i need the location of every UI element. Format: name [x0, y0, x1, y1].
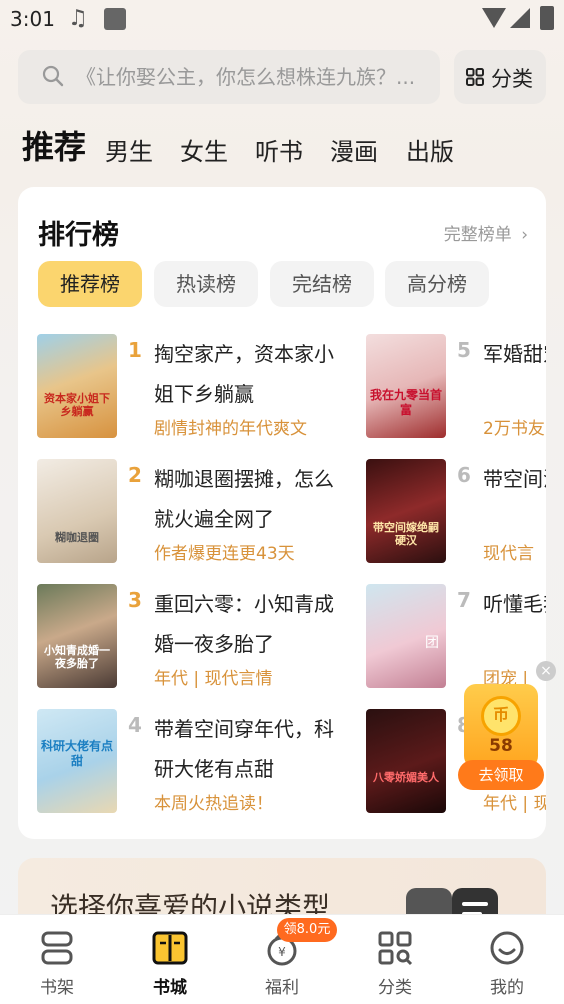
rank-number: 6	[457, 463, 471, 487]
nav-label: 分类	[378, 978, 412, 998]
rank-number: 7	[457, 588, 471, 612]
tab-comics[interactable]: 漫画	[330, 132, 378, 167]
cover-text: 团	[425, 635, 439, 651]
rank-number: 4	[128, 713, 142, 737]
svg-text:¥: ¥	[278, 945, 286, 959]
cover-text: 我在九零当首富	[370, 388, 443, 417]
subtab-hot[interactable]: 热读榜	[154, 261, 258, 307]
nav-bookshelf[interactable]: 书架	[1, 915, 113, 1004]
app-notification-icon	[104, 8, 126, 30]
book-item[interactable]: 带空间嫁绝嗣硬汉 6 带空间汉，随 现代言	[366, 459, 546, 565]
full-ranking-link[interactable]: 完整榜单 ›	[444, 220, 528, 245]
book-cover[interactable]: 糊咖退圈	[37, 459, 117, 563]
nav-label: 我的	[490, 978, 524, 998]
music-note-icon: ♫	[68, 6, 88, 31]
book-title: 带空间汉，随	[483, 467, 546, 491]
search-box[interactable]: 《让你娶公主，你怎么想株连九族？...	[18, 50, 440, 104]
book-tag: 现代言	[483, 544, 534, 564]
book-title: 听懂毛我成了	[483, 592, 546, 616]
book-cover[interactable]: 团	[366, 584, 446, 688]
category-button-label: 分类	[491, 67, 533, 91]
book-cover[interactable]: 带空间嫁绝嗣硬汉	[366, 459, 446, 563]
subtab-recommend[interactable]: 推荐榜	[38, 261, 142, 307]
book-tag: 年代 | 现	[483, 794, 546, 814]
chevron-right-icon: ›	[521, 225, 528, 245]
welfare-badge: 领8.0元	[277, 918, 337, 942]
search-icon	[42, 65, 64, 87]
rank-number: 2	[128, 463, 142, 487]
rank-number: 1	[128, 338, 142, 362]
bookstore-icon	[152, 931, 188, 965]
book-item[interactable]: 糊咖退圈 2 糊咖退圈摆摊，怎么就火遍全网了 作者爆更连更43天	[37, 459, 367, 565]
book-item[interactable]: 团 7 听懂毛我成了 团宠 |	[366, 584, 546, 690]
book-cover[interactable]: 八零娇媚美人	[366, 709, 446, 813]
wifi-icon	[482, 8, 506, 28]
claim-button[interactable]: 去领取	[458, 760, 544, 790]
cover-text: 资本家小姐下乡躺赢	[44, 392, 110, 418]
cover-text: 科研大佬有点甜	[41, 739, 114, 768]
book-title: 军婚甜宠九零当	[483, 342, 546, 366]
rank-number: 5	[457, 338, 471, 362]
subtab-high-score[interactable]: 高分榜	[385, 261, 489, 307]
status-bar: 3:01 ♫	[0, 0, 564, 38]
grid-icon	[466, 68, 484, 86]
book-item[interactable]: 科研大佬有点甜 4 带着空间穿年代，科研大佬有点甜 本周火热追读！	[37, 709, 367, 815]
book-cover[interactable]: 我在九零当首富	[366, 334, 446, 438]
subtab-finished[interactable]: 完结榜	[270, 261, 374, 307]
tab-publishing[interactable]: 出版	[406, 132, 454, 167]
cover-text: 小知青成婚一夜多胎了	[44, 644, 110, 670]
battery-icon	[540, 6, 554, 30]
rank-number: 3	[128, 588, 142, 612]
book-title: 带着空间穿年代，科研大佬有点甜	[154, 717, 334, 781]
book-item[interactable]: 资本家小姐下乡躺赢 1 掏空家产，资本家小姐下乡躺赢 剧情封神的年代爽文	[37, 334, 367, 440]
bookshelf-icon	[41, 931, 73, 965]
nav-label: 书架	[40, 978, 74, 998]
reward-amount: 58	[489, 736, 513, 756]
profile-icon	[490, 931, 524, 965]
category-icon	[378, 931, 413, 966]
tab-female[interactable]: 女生	[180, 132, 228, 167]
book-tag: 2万书友	[483, 419, 545, 439]
book-title: 掏空家产，资本家小姐下乡躺赢	[154, 342, 334, 406]
tab-male[interactable]: 男生	[105, 132, 153, 167]
book-tag: 年代 | 现代言情	[154, 669, 273, 689]
cover-text: 糊咖退圈	[55, 531, 99, 544]
cover-text: 八零娇媚美人	[373, 771, 439, 784]
cover-text: 带空间嫁绝嗣硬汉	[373, 521, 439, 547]
nav-label: 福利	[265, 978, 299, 998]
book-tag: 剧情封神的年代爽文	[154, 419, 307, 439]
ranking-title: 排行榜	[38, 220, 119, 251]
nav-label: 书城	[153, 978, 187, 998]
search-input[interactable]: 《让你娶公主，你怎么想株连九族？...	[76, 50, 438, 104]
full-ranking-label: 完整榜单	[443, 225, 512, 245]
book-item[interactable]: 小知青成婚一夜多胎了 3 重回六零：小知青成婚一夜多胎了 年代 | 现代言情	[37, 584, 367, 690]
status-time: 3:01	[10, 7, 55, 31]
tab-audiobook[interactable]: 听书	[255, 132, 303, 167]
category-button[interactable]: 分类	[454, 50, 546, 104]
coin-icon: 币	[481, 696, 521, 736]
book-tag: 作者爆更连更43天	[154, 544, 295, 564]
book-title: 糊咖退圈摆摊，怎么就火遍全网了	[154, 467, 334, 531]
nav-category[interactable]: 分类	[339, 915, 451, 1004]
signal-icon	[510, 8, 530, 28]
reward-float[interactable]: 币 58 去领取	[458, 684, 544, 790]
book-item[interactable]: 我在九零当首富 5 军婚甜宠九零当 2万书友	[366, 334, 546, 440]
close-icon[interactable]: ×	[536, 661, 556, 681]
book-tag: 本周火热追读！	[154, 794, 273, 814]
tab-recommend[interactable]: 推荐	[22, 122, 86, 168]
book-cover[interactable]: 科研大佬有点甜	[37, 709, 117, 813]
book-title: 重回六零：小知青成婚一夜多胎了	[154, 592, 334, 656]
book-cover[interactable]: 资本家小姐下乡躺赢	[37, 334, 117, 438]
book-cover[interactable]: 小知青成婚一夜多胎了	[37, 584, 117, 688]
list-line	[462, 902, 488, 906]
nav-bookstore[interactable]: 书城	[114, 915, 226, 1004]
nav-profile[interactable]: 我的	[451, 915, 563, 1004]
